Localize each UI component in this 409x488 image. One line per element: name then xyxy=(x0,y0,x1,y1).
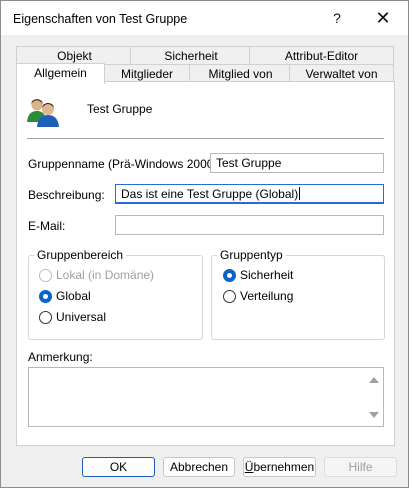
scope-local-label: Lokal (in Domäne) xyxy=(56,268,155,282)
ok-button[interactable]: OK xyxy=(82,457,155,477)
group-users-icon xyxy=(27,96,61,128)
group-scope-title: Gruppenbereich xyxy=(34,248,127,262)
notes-label: Anmerkung: xyxy=(28,350,93,364)
scope-global-label[interactable]: Global xyxy=(56,289,91,303)
scope-universal-radio[interactable] xyxy=(39,311,52,324)
header-divider xyxy=(27,138,384,139)
email-label: E-Mail: xyxy=(28,219,66,233)
apply-label: bernehmen xyxy=(253,460,315,474)
text-caret xyxy=(299,187,301,200)
general-tab-panel: Test Gruppe Gruppenname (Prä-Windows 200… xyxy=(16,81,395,446)
tab-attribut-editor[interactable]: Attribut-Editor xyxy=(249,46,394,66)
scope-global-radio[interactable] xyxy=(39,290,52,303)
description-label: Beschreibung: xyxy=(28,188,105,202)
scope-local-radio xyxy=(39,269,52,282)
pre-win2000-label: Gruppenname (Prä-Windows 2000): xyxy=(28,157,221,171)
type-security-radio[interactable] xyxy=(223,269,236,282)
cancel-button[interactable]: Abbrechen xyxy=(163,457,235,477)
description-value: Das ist eine Test Gruppe (Global) xyxy=(121,187,299,201)
scroll-down-arrow-icon[interactable] xyxy=(369,412,379,418)
type-security-label[interactable]: Sicherheit xyxy=(240,268,293,282)
help-button: Hilfe xyxy=(324,457,397,477)
scope-universal-label[interactable]: Universal xyxy=(56,310,106,324)
group-name-header: Test Gruppe xyxy=(87,102,153,116)
scroll-up-arrow-icon[interactable] xyxy=(369,377,379,383)
close-button[interactable]: ✕ xyxy=(360,1,406,35)
properties-dialog: Eigenschaften von Test Gruppe ? ✕ Objekt… xyxy=(0,0,409,488)
type-distribution-radio[interactable] xyxy=(223,290,236,303)
group-type-box xyxy=(211,255,385,340)
group-type-title: Gruppentyp xyxy=(217,248,286,262)
tab-sicherheit[interactable]: Sicherheit xyxy=(130,46,252,66)
apply-accelerator: Ü xyxy=(244,460,254,474)
type-distribution-label[interactable]: Verteilung xyxy=(240,289,293,303)
notes-textarea[interactable] xyxy=(28,367,384,427)
window-title: Eigenschaften von Test Gruppe xyxy=(13,12,188,26)
help-title-button[interactable]: ? xyxy=(314,1,360,35)
email-input[interactable] xyxy=(115,215,384,235)
description-input[interactable]: Das ist eine Test Gruppe (Global) xyxy=(115,184,384,204)
tab-allgemein[interactable]: Allgemein xyxy=(16,63,105,84)
pre-win2000-input[interactable]: Test Gruppe xyxy=(210,153,384,173)
apply-button[interactable]: Übernehmen xyxy=(243,457,316,477)
title-bar: Eigenschaften von Test Gruppe ? ✕ xyxy=(1,1,408,35)
